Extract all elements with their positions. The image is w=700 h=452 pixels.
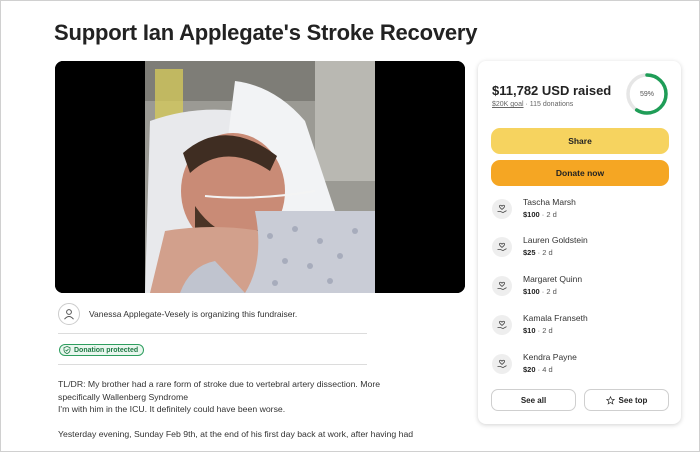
heart-hand-icon bbox=[492, 315, 512, 335]
share-button[interactable]: Share bbox=[491, 128, 669, 154]
donation-item: Lauren Goldstein $25 · 2 d bbox=[492, 232, 672, 262]
donation-value: $10 bbox=[523, 326, 536, 335]
donation-card: $11,782 USD raised $20K goal · 115 donat… bbox=[478, 61, 681, 424]
goal-line: $20K goal · 115 donations bbox=[492, 101, 573, 108]
donation-age: 2 d bbox=[546, 287, 557, 296]
donation-age: 2 d bbox=[542, 326, 553, 335]
donor-name: Kendra Payne bbox=[523, 352, 577, 362]
donation-item: Tascha Marsh $100 · 2 d bbox=[492, 194, 672, 224]
donation-count: 115 donations bbox=[529, 101, 574, 108]
story-line: TL/DR: My brother had a rare form of str… bbox=[58, 379, 381, 389]
donation-amount: $10 · 2 d bbox=[523, 326, 553, 335]
donor-name: Kamala Franseth bbox=[523, 313, 588, 323]
divider bbox=[58, 333, 367, 334]
shield-check-icon bbox=[63, 346, 71, 354]
donor-name: Margaret Quinn bbox=[523, 274, 583, 284]
donation-value: $100 bbox=[523, 287, 540, 296]
organizer-row: Vanessa Applegate-Vesely is organizing t… bbox=[58, 302, 368, 326]
donation-amount: $20 · 4 d bbox=[523, 365, 553, 374]
donor-name: Lauren Goldstein bbox=[523, 235, 588, 245]
donation-amount: $100 · 2 d bbox=[523, 287, 557, 296]
person-icon bbox=[58, 303, 80, 325]
donation-value: $25 bbox=[523, 248, 536, 257]
campaign-photo-image bbox=[55, 61, 465, 293]
campaign-photo[interactable] bbox=[55, 61, 465, 293]
donor-name: Tascha Marsh bbox=[523, 197, 576, 207]
page-title: Support Ian Applegate's Stroke Recovery bbox=[54, 20, 478, 45]
heart-hand-icon bbox=[492, 354, 512, 374]
goal-link[interactable]: $20K goal bbox=[492, 101, 524, 108]
donation-amount: $25 · 2 d bbox=[523, 248, 553, 257]
donation-item: Kendra Payne $20 · 4 d bbox=[492, 349, 672, 379]
divider bbox=[58, 364, 367, 365]
story-text: TL/DR: My brother had a rare form of str… bbox=[58, 378, 438, 452]
donate-now-button[interactable]: Donate now bbox=[491, 160, 669, 186]
donation-age: 2 d bbox=[546, 210, 557, 219]
story-line: Yesterday evening, Sunday Feb 9th, at th… bbox=[58, 428, 414, 439]
story-paragraph: Yesterday evening, Sunday Feb 9th, at th… bbox=[58, 428, 438, 441]
donation-value: $100 bbox=[523, 210, 540, 219]
donation-amount: $100 · 2 d bbox=[523, 210, 557, 219]
story-line: I'm with him in the ICU. It definitely c… bbox=[58, 404, 286, 414]
amount-raised: $11,782 USD raised bbox=[492, 83, 612, 98]
organizer-text: Vanessa Applegate-Vesely is organizing t… bbox=[89, 309, 298, 319]
heart-hand-icon bbox=[492, 276, 512, 296]
story-line: specifically Wallenberg Syndrome bbox=[58, 391, 189, 402]
progress-percent: 59% bbox=[639, 90, 654, 98]
donation-protected-badge[interactable]: Donation protected bbox=[59, 344, 145, 356]
see-top-label: See top bbox=[618, 395, 648, 405]
donation-item: Margaret Quinn $100 · 2 d bbox=[492, 271, 672, 301]
donation-value: $20 bbox=[523, 365, 536, 374]
donation-age: 2 d bbox=[542, 248, 553, 257]
donation-age: 4 d bbox=[542, 365, 553, 374]
heart-hand-icon bbox=[492, 199, 512, 219]
see-all-button[interactable]: See all bbox=[491, 389, 576, 411]
badge-label: Donation protected bbox=[74, 346, 139, 354]
heart-hand-icon bbox=[492, 237, 512, 257]
story-paragraph: TL/DR: My brother had a rare form of str… bbox=[58, 378, 438, 416]
donation-item: Kamala Franseth $10 · 2 d bbox=[492, 310, 672, 340]
see-top-button[interactable]: See top bbox=[584, 389, 669, 411]
goal-separator: · bbox=[525, 101, 528, 108]
star-icon bbox=[605, 395, 615, 405]
